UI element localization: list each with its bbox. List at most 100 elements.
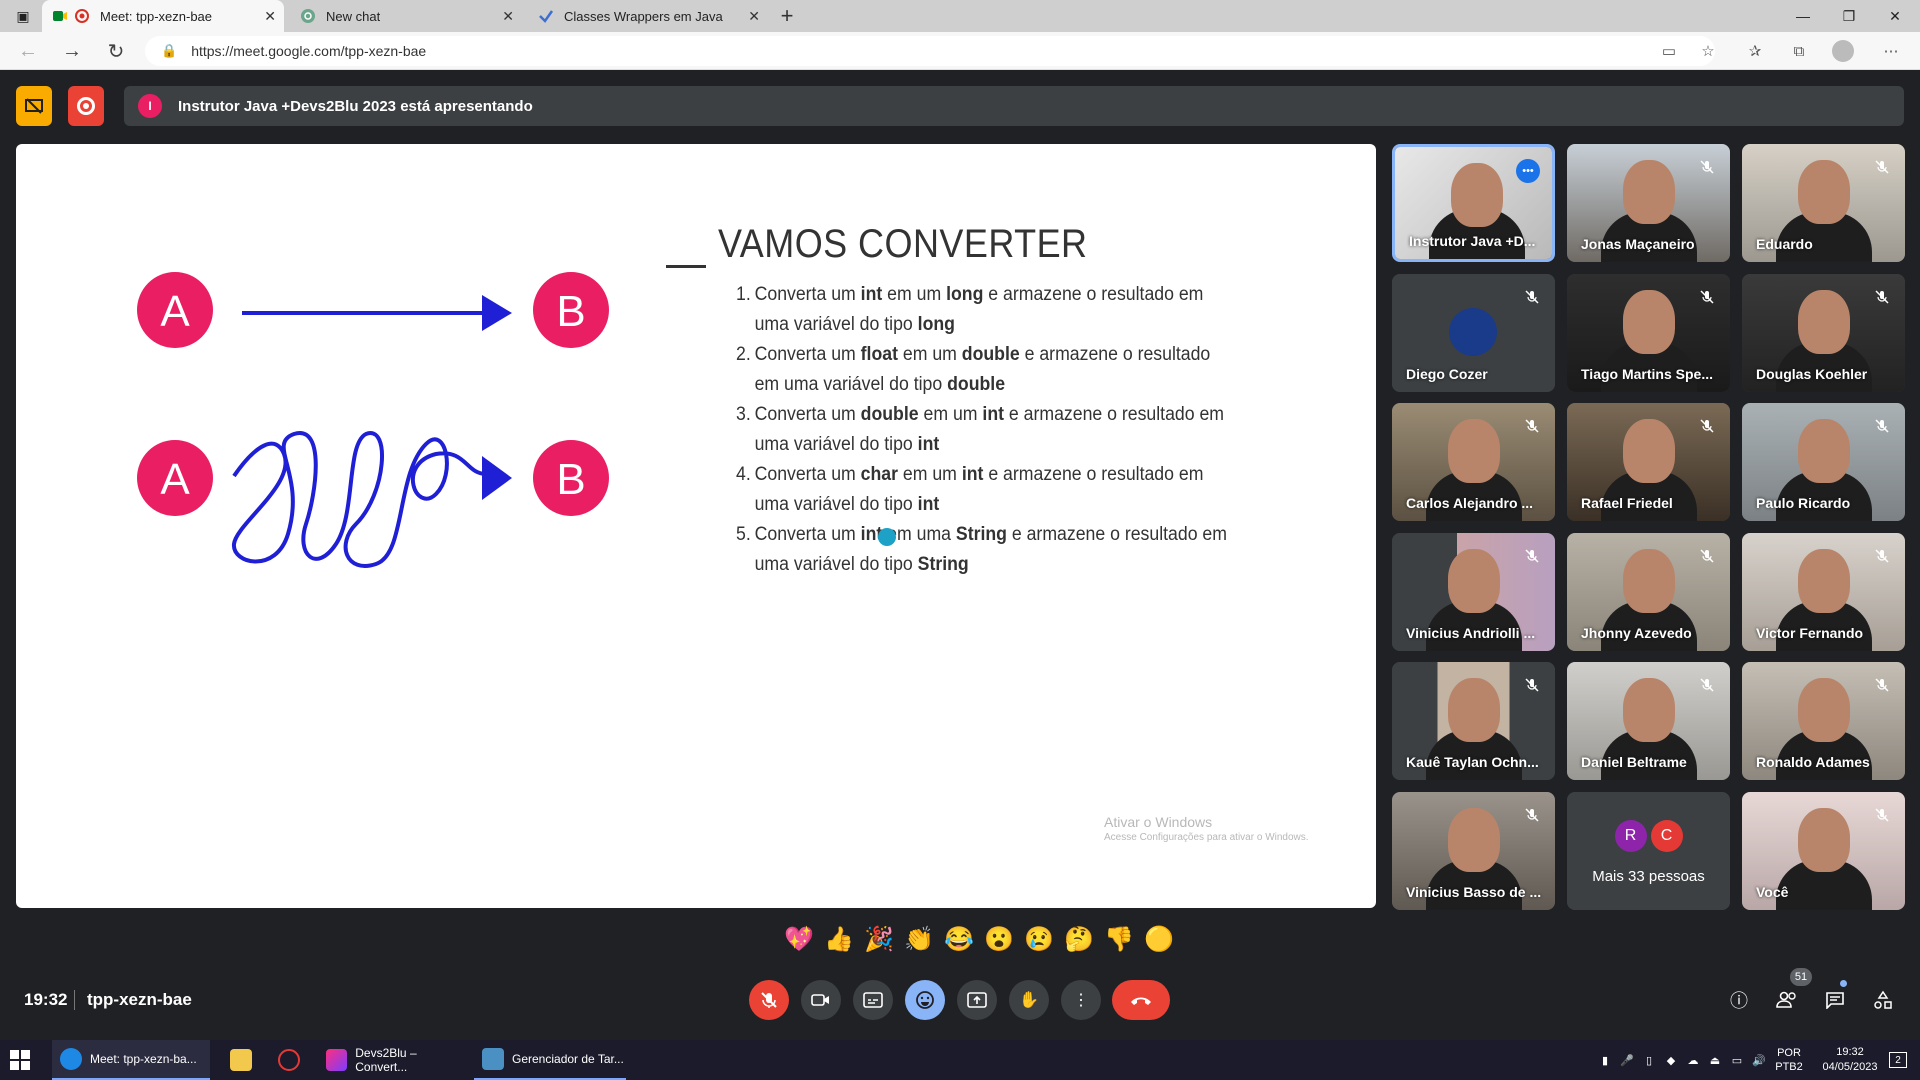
taskbar-item-explorer[interactable] (222, 1040, 264, 1080)
taskbar-item-meet[interactable]: Meet: tpp-xezn-ba... (52, 1040, 210, 1080)
participant-tile[interactable]: Douglas Koehler (1742, 274, 1905, 392)
taskbar-item-task-manager[interactable]: Gerenciador de Tar... (474, 1040, 626, 1080)
activities-button[interactable] (1868, 985, 1898, 1015)
tray-mic-icon[interactable]: 🎤 (1618, 1040, 1636, 1080)
language-indicator[interactable]: POR PTB2 (1770, 1040, 1808, 1080)
reload-icon[interactable]: ↻ (102, 38, 130, 64)
favorites-icon[interactable]: ✰ (1744, 40, 1766, 62)
leave-call-button[interactable] (1112, 980, 1170, 1020)
participant-tile[interactable]: Vinicius Andriolli ... (1392, 533, 1555, 651)
surprised-icon[interactable]: 😮 (980, 920, 1018, 958)
taskbar-item-intellij[interactable]: Devs2Blu – Convert... (318, 1040, 468, 1080)
task-item: 2. Converta um float em um double e armaz… (736, 340, 1238, 400)
task-text-part: em um (897, 464, 962, 485)
participant-tile[interactable]: Jhonny Azevedo (1567, 533, 1730, 651)
participant-face (1448, 808, 1500, 872)
collections-icon[interactable]: ⧉ (1788, 40, 1810, 62)
sparkling-heart-icon[interactable]: 💖 (780, 920, 818, 958)
recording-icon[interactable] (68, 86, 104, 126)
participant-face (1448, 549, 1500, 613)
volume-icon[interactable]: 🔊 (1750, 1040, 1768, 1080)
back-icon[interactable]: ← (14, 38, 42, 64)
more-options-button[interactable]: ⋮ (1061, 980, 1101, 1020)
thumbs-up-icon[interactable]: 👍 (820, 920, 858, 958)
skin-tone-icon[interactable]: 🟡 (1140, 920, 1178, 958)
participant-tile[interactable]: Vinicius Basso de ... (1392, 792, 1555, 910)
mic-off-icon (1696, 545, 1718, 567)
meeting-details-button[interactable]: ⓘ (1724, 985, 1754, 1015)
tray-color-icon[interactable]: ◆ (1662, 1040, 1680, 1080)
add-favorite-icon[interactable]: ☆ (1697, 40, 1719, 62)
minimize-icon[interactable]: — (1780, 0, 1826, 32)
close-tab-icon[interactable]: ✕ (264, 8, 276, 25)
participant-name: Douglas Koehler (1756, 366, 1868, 382)
site-icon (538, 8, 554, 24)
thumbs-down-icon[interactable]: 👎 (1100, 920, 1138, 958)
participant-tile[interactable]: Rafael Friedel (1567, 403, 1730, 521)
participant-tile[interactable]: Daniel Beltrame (1567, 662, 1730, 780)
stop-presenting-icon[interactable] (16, 86, 52, 126)
tray-cloud-icon[interactable]: ☁ (1684, 1040, 1702, 1080)
task-keyword: long (946, 284, 984, 305)
network-icon[interactable]: ▭ (1728, 1040, 1746, 1080)
task-text: Converta um char em um int e armazene o … (755, 460, 1239, 520)
close-tab-icon[interactable]: ✕ (748, 8, 760, 25)
thinking-icon[interactable]: 🤔 (1060, 920, 1098, 958)
participant-tile[interactable]: Paulo Ricardo (1742, 403, 1905, 521)
clapping-icon[interactable]: 👏 (900, 920, 938, 958)
tray-usb-icon[interactable]: ⏏ (1706, 1040, 1724, 1080)
camera-button[interactable] (801, 980, 841, 1020)
forward-icon[interactable]: → (58, 38, 86, 64)
tab-actions-icon[interactable]: ▣ (0, 0, 46, 32)
taskbar-item-app[interactable] (270, 1040, 312, 1080)
laughing-icon[interactable]: 😂 (940, 920, 978, 958)
hand-icon: ✋ (1019, 992, 1039, 1009)
keyboard-layout-label: PTB2 (1775, 1061, 1803, 1073)
crying-icon[interactable]: 😢 (1020, 920, 1058, 958)
tab-new-chat[interactable]: New chat ✕ (290, 0, 522, 32)
camera-in-use-icon[interactable]: ▭ (1658, 40, 1680, 62)
profile-icon[interactable] (1832, 40, 1854, 62)
tab-classes-wrappers[interactable]: Classes Wrappers em Java ✕ (528, 0, 768, 32)
windows-start-icon[interactable] (10, 1050, 30, 1070)
tangled-arrow-head (482, 456, 512, 500)
task-text-part: Converta um (754, 524, 861, 545)
more-avatars: RC (1567, 820, 1730, 852)
more-participants-tile[interactable]: R C Mais 33 pessoas (1567, 792, 1730, 910)
reactions-button[interactable] (905, 980, 945, 1020)
taskbar-clock[interactable]: 19:32 04/05/2023 (1814, 1040, 1886, 1080)
tray-app-icon[interactable]: ▮ (1596, 1040, 1614, 1080)
microphone-muted-button[interactable] (749, 980, 789, 1020)
participant-tile[interactable]: Ronaldo Adames (1742, 662, 1905, 780)
conversion-diagram: A B A B (137, 272, 609, 568)
chat-button[interactable] (1820, 985, 1850, 1015)
new-tab-button[interactable]: + (772, 0, 802, 32)
notifications-icon[interactable]: 2 (1882, 1040, 1914, 1080)
participant-tile[interactable]: Victor Fernando (1742, 533, 1905, 651)
url-field[interactable]: 🔒 https://meet.google.com/tpp-xezn-bae (145, 36, 1715, 66)
party-popper-icon[interactable]: 🎉 (860, 920, 898, 958)
close-tab-icon[interactable]: ✕ (502, 8, 514, 25)
presenting-banner-area: I Instrutor Java +Devs2Blu 2023 está apr… (16, 86, 1904, 126)
participant-tile[interactable]: Kauê Taylan Ochn... (1392, 662, 1555, 780)
lock-icon[interactable]: 🔒 (161, 43, 177, 59)
tab-meet[interactable]: Meet: tpp-xezn-bae ✕ (42, 0, 284, 32)
task-number: 5. (736, 524, 751, 545)
captions-button[interactable] (853, 980, 893, 1020)
participant-tile[interactable]: Diego Cozer (1392, 274, 1555, 392)
raise-hand-button[interactable]: ✋ (1009, 980, 1049, 1020)
more-menu-icon[interactable]: ⋯ (1880, 40, 1902, 62)
present-button[interactable] (957, 980, 997, 1020)
participant-tile[interactable]: Carlos Alejandro ... (1392, 403, 1555, 521)
participant-tile[interactable]: Tiago Martins Spe... (1567, 274, 1730, 392)
close-window-icon[interactable]: ✕ (1872, 0, 1918, 32)
participant-tile[interactable]: Você (1742, 792, 1905, 910)
participant-tile[interactable]: Jonas Maçaneiro (1567, 144, 1730, 262)
participant-tile[interactable]: Eduardo (1742, 144, 1905, 262)
restore-icon[interactable]: ❐ (1826, 0, 1872, 32)
people-button[interactable] (1772, 985, 1802, 1015)
participant-tile[interactable]: ••• Instrutor Java +D... (1392, 144, 1555, 262)
participant-face (1623, 419, 1675, 483)
participant-face (1798, 419, 1850, 483)
tray-battery-icon[interactable]: ▯ (1640, 1040, 1658, 1080)
